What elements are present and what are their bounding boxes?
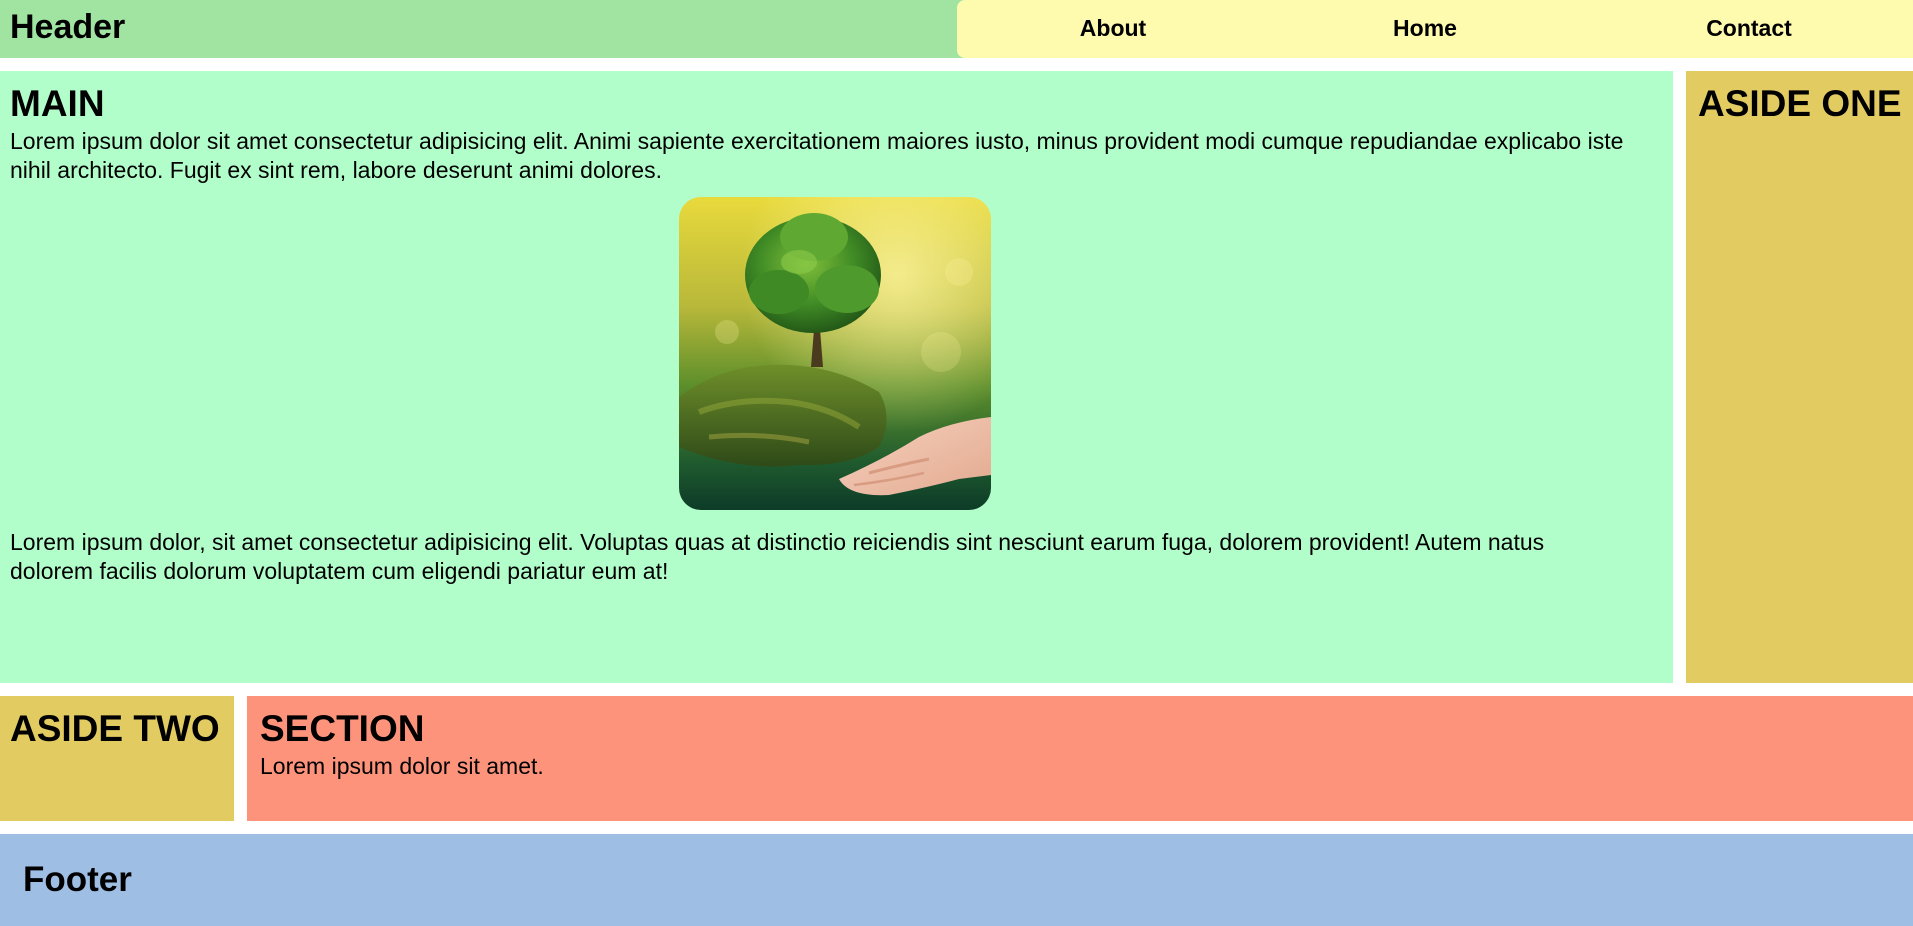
- aside-one: ASIDE ONE: [1686, 71, 1913, 683]
- section-title: SECTION: [260, 708, 425, 749]
- nav-link-contact[interactable]: Contact: [1706, 0, 1792, 56]
- header: Header About Home Contact: [0, 0, 1913, 58]
- section: SECTION Lorem ipsum dolor sit amet.: [247, 696, 1913, 821]
- aside-two: ASIDE TWO: [0, 696, 234, 821]
- footer: Footer: [0, 834, 1913, 926]
- main-title: MAIN: [10, 83, 105, 124]
- aside-two-title: ASIDE TWO: [10, 708, 220, 749]
- aside-one-title: ASIDE ONE: [1698, 83, 1902, 124]
- section-text: Lorem ipsum dolor sit amet.: [260, 753, 544, 779]
- tree-in-hands-image: [679, 197, 991, 510]
- page: Header About Home Contact MAIN Lorem ips…: [0, 0, 1913, 926]
- main-content: MAIN Lorem ipsum dolor sit amet consecte…: [0, 71, 1673, 683]
- nav-link-home[interactable]: Home: [1393, 0, 1457, 56]
- main-paragraph-2: Lorem ipsum dolor, sit amet consectetur …: [10, 529, 1545, 584]
- nav-bar: About Home Contact: [957, 0, 1913, 58]
- header-title: Header: [10, 8, 126, 46]
- nav-link-about[interactable]: About: [1080, 0, 1146, 56]
- main-paragraph-1: Lorem ipsum dolor sit amet consectetur a…: [10, 128, 1624, 183]
- footer-title: Footer: [23, 860, 132, 899]
